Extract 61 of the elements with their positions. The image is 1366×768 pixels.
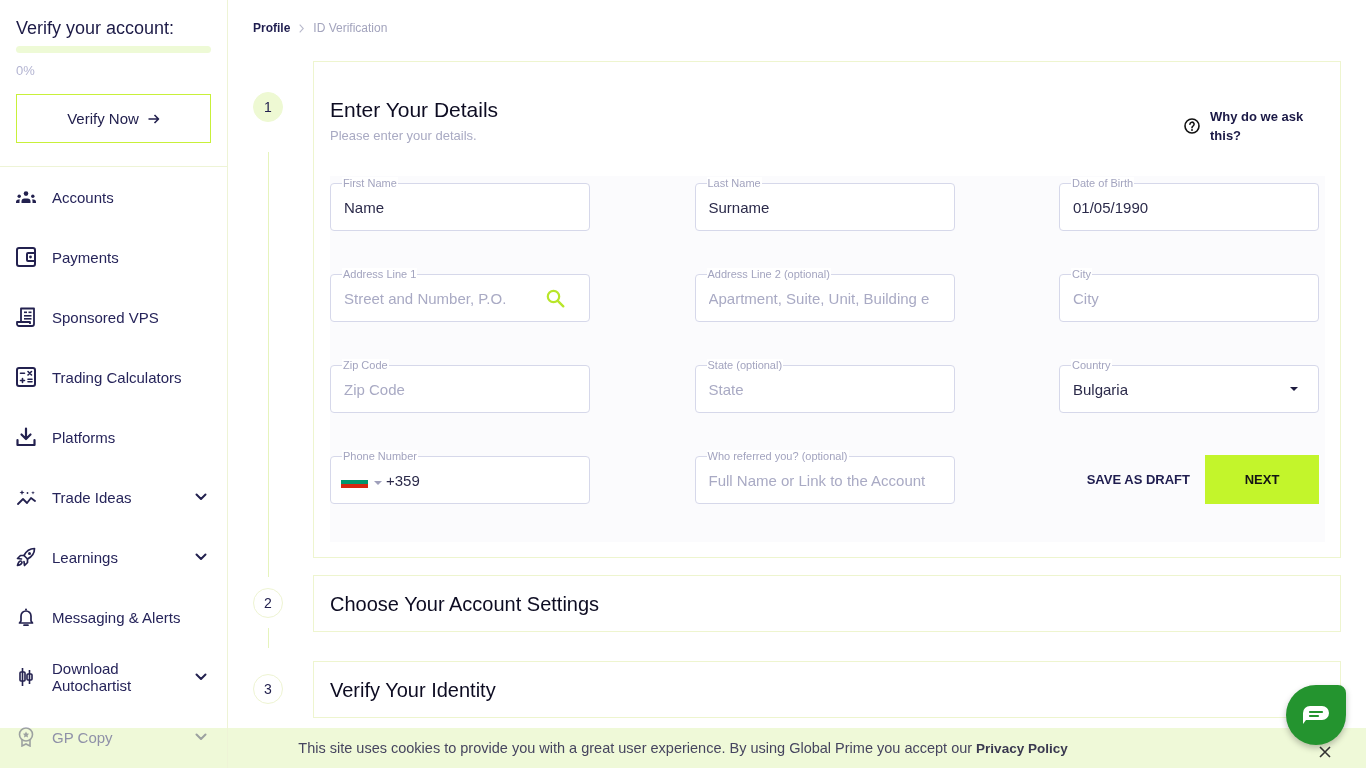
field-label: Date of Birth [1071,177,1135,190]
sidebar-item[interactable]: Sponsored VPS [0,287,227,347]
chevron-icon [195,673,207,681]
wallet-icon [16,247,36,267]
sidebar-item[interactable]: Platforms [0,407,227,467]
sidebar-item[interactable]: Accounts [0,167,227,227]
sidebar-item[interactable]: Trade Ideas [0,467,227,527]
chat-icon [1303,706,1329,724]
help-icon [1184,118,1200,134]
breadcrumb-link[interactable]: Profile [253,20,291,36]
step-title: Choose Your Account Settings [330,591,600,617]
sidebar-item[interactable]: Payments [0,227,227,287]
caret-icon [374,481,382,485]
field-label: First Name [342,177,398,190]
calculator-icon [16,367,36,387]
chevron-icon [195,553,207,561]
breadcrumb-current: ID Verification [313,20,388,36]
help-link[interactable]: Why do we ask this? [1184,107,1310,145]
step-number: 3 [253,674,283,704]
download-icon [16,427,36,447]
verify-now-button[interactable]: Verify Now [16,94,211,143]
step-number: 1 [253,92,283,122]
sidebar-item[interactable]: Messaging & Alerts [0,587,227,647]
close-button[interactable] [1319,746,1331,758]
field-label: Last Name [706,177,762,190]
field-label: City [1071,268,1092,281]
rocket-icon [16,547,36,567]
field-label: State (optional) [706,359,784,372]
chart-sparkle-icon [16,488,36,506]
chevron-icon [299,23,305,33]
chevron-icon [195,493,207,501]
medal-icon [17,727,35,747]
bell-icon [18,608,34,626]
search-icon [546,289,565,308]
sidebar-item[interactable]: Trading Calculators [0,347,227,407]
flag-icon [341,480,368,488]
verify-title: Verify your account: [16,17,176,39]
field-label: Zip Code [342,359,389,372]
privacy-policy-link[interactable]: Privacy Policy [976,741,1068,756]
step-title: Verify Your Identity [330,677,496,703]
caret-icon [1290,387,1298,391]
cookie-text: This site uses cookies to provide you with a great user experience. By using Global Prime you accept our Privacy Policy [298,740,1068,756]
step-subtitle: Please enter your details. [330,128,478,144]
sidebar-item[interactable]: Learnings [0,527,227,587]
receipt-icon [16,307,36,327]
next-button[interactable]: NEXT [1205,455,1319,504]
step-title: Enter Your Details [330,97,499,123]
field-label: Address Line 1 [342,268,418,281]
close-icon [1319,746,1331,758]
field-label: Country [1071,359,1112,372]
field-label: Who referred you? (optional) [706,450,849,463]
sidebar-item[interactable]: Download Autochartist [0,647,227,707]
save-draft-button[interactable]: SAVE AS DRAFT [1086,455,1190,504]
field-label: Address Line 2 (optional) [706,268,831,281]
field-label: Phone Number [342,450,418,463]
people-icon [16,191,36,203]
progress-percent: 0% [16,63,36,79]
arrow-icon [147,113,160,124]
candlestick-icon [19,668,33,686]
chevron-icon [195,733,207,741]
step-number: 2 [253,588,283,618]
